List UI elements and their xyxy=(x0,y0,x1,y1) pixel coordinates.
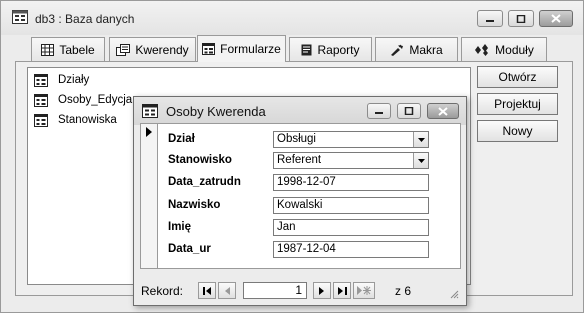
open-button[interactable]: Otwórz xyxy=(477,66,558,88)
record-label: Rekord: xyxy=(141,284,184,298)
maximize-icon xyxy=(404,107,414,115)
data-zatrudn-field[interactable]: 1998-12-07 xyxy=(273,174,429,191)
list-item[interactable]: Działy xyxy=(34,71,89,89)
stanowisko-combo[interactable]: Referent xyxy=(273,152,429,169)
window-title: db3 : Baza danych xyxy=(35,12,135,26)
field-label-imie: Imię xyxy=(168,221,192,233)
tab-makra[interactable]: Makra xyxy=(375,37,458,61)
field-label-data-ur: Data_ur xyxy=(168,243,211,255)
field-label-data-zatrudn: Data_zatrudn xyxy=(168,176,241,188)
first-record-button[interactable] xyxy=(198,282,216,299)
list-item[interactable]: Osoby_Edycja xyxy=(34,91,132,109)
close-icon xyxy=(438,106,448,116)
stanowisko-value: Referent xyxy=(277,154,322,166)
list-item-label: Osoby_Edycja xyxy=(58,94,133,106)
form-detail: Dział Obsługi Stanowisko Referent Data_z… xyxy=(140,123,461,269)
data-ur-field[interactable]: 1987-12-04 xyxy=(273,241,429,258)
current-record-icon xyxy=(146,127,152,137)
previous-record-button[interactable] xyxy=(218,282,236,299)
chevron-down-icon xyxy=(417,158,425,163)
list-item-label: Działy xyxy=(58,74,90,86)
close-icon xyxy=(551,14,561,23)
tab-raporty[interactable]: Raporty xyxy=(289,37,372,61)
list-item[interactable]: Stanowiska xyxy=(34,111,117,129)
minimize-button[interactable] xyxy=(477,10,503,27)
form-title-bar[interactable]: Osoby Kwerenda xyxy=(134,97,466,125)
next-record-icon xyxy=(319,286,324,295)
report-icon xyxy=(301,44,312,55)
last-record-icon xyxy=(337,286,347,295)
record-number-input[interactable]: 1 xyxy=(243,282,307,299)
record-navigator: Rekord: 1 z 6 xyxy=(140,281,461,301)
tab-kwerendy[interactable]: Kwerendy xyxy=(109,37,196,61)
tab-label: Moduły xyxy=(495,42,534,57)
minimize-icon xyxy=(375,112,383,114)
close-button[interactable] xyxy=(539,10,573,27)
next-record-button[interactable] xyxy=(313,282,331,299)
dropdown-button[interactable] xyxy=(413,132,428,147)
resize-grip-icon[interactable] xyxy=(449,289,459,299)
tab-label: Formularze xyxy=(220,42,281,56)
imie-field[interactable]: Jan xyxy=(273,219,429,236)
design-button[interactable]: Projektuj xyxy=(477,93,558,115)
form-minimize-button[interactable] xyxy=(367,103,391,119)
form-maximize-button[interactable] xyxy=(397,103,421,119)
form-icon xyxy=(202,43,216,55)
tab-label: Makra xyxy=(409,42,443,57)
new-record-button[interactable] xyxy=(353,282,375,299)
new-record-icon xyxy=(357,286,371,295)
macro-icon xyxy=(391,44,404,56)
field-label-nazwisko: Nazwisko xyxy=(168,199,221,211)
form-icon xyxy=(34,73,48,87)
query-icon xyxy=(116,43,131,56)
tab-label: Kwerendy xyxy=(135,42,189,57)
dzial-combo[interactable]: Obsługi xyxy=(273,131,429,148)
field-label-dzial: Dział xyxy=(168,133,195,145)
form-icon xyxy=(34,113,48,127)
maximize-icon xyxy=(516,14,526,23)
field-label-stanowisko: Stanowisko xyxy=(168,154,232,166)
record-count: z 6 xyxy=(395,284,412,298)
previous-record-icon xyxy=(225,286,230,295)
database-window-icon xyxy=(12,10,28,24)
tab-formularze[interactable]: Formularze xyxy=(197,35,286,62)
last-record-button[interactable] xyxy=(333,282,351,299)
form-icon xyxy=(34,93,48,107)
new-button[interactable]: Nowy xyxy=(477,120,558,142)
title-bar[interactable]: db3 : Baza danych xyxy=(1,1,583,35)
tab-label: Tabele xyxy=(59,42,95,57)
record-selector[interactable] xyxy=(141,124,158,268)
dzial-value: Obsługi xyxy=(277,133,316,145)
chevron-down-icon xyxy=(417,137,425,142)
tab-label: Raporty xyxy=(317,42,360,57)
first-record-icon xyxy=(202,286,211,295)
table-icon xyxy=(41,43,55,56)
minimize-icon xyxy=(486,19,494,22)
list-item-label: Stanowiska xyxy=(58,114,117,126)
tab-tabele[interactable]: Tabele xyxy=(31,37,105,61)
tab-moduly[interactable]: Moduły xyxy=(461,37,547,61)
form-window: Osoby Kwerenda Dział Obsługi Stanowisko … xyxy=(133,96,467,306)
module-icon xyxy=(475,43,489,56)
form-close-button[interactable] xyxy=(427,103,459,119)
dropdown-button[interactable] xyxy=(413,153,428,168)
nazwisko-field[interactable]: Kowalski xyxy=(273,197,429,214)
form-title: Osoby Kwerenda xyxy=(166,104,266,119)
maximize-button[interactable] xyxy=(508,10,534,27)
form-icon xyxy=(142,104,158,118)
